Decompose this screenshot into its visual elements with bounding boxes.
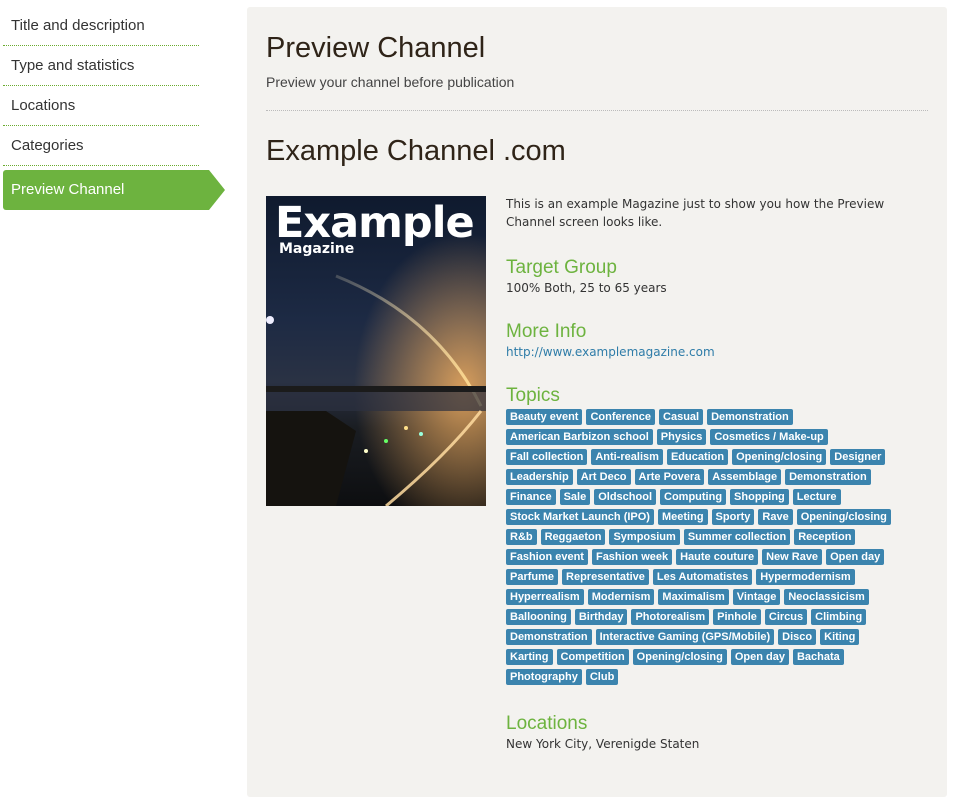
topic-tag[interactable]: Stock Market Launch (IPO) bbox=[506, 509, 654, 525]
topic-tag[interactable]: Computing bbox=[660, 489, 727, 505]
topic-tag[interactable]: Conference bbox=[586, 409, 656, 425]
locations-value: New York City, Verenigde Staten bbox=[506, 737, 700, 751]
sidebar-item-type-statistics[interactable]: Type and statistics bbox=[3, 46, 199, 86]
topic-tag[interactable]: Reception bbox=[794, 529, 856, 545]
topic-tag[interactable]: Neoclassicism bbox=[784, 589, 869, 605]
topic-tag[interactable]: Symposium bbox=[609, 529, 680, 545]
topic-tag[interactable]: Parfume bbox=[506, 569, 559, 585]
channel-name: Example Channel .com bbox=[266, 135, 566, 167]
topic-tag[interactable]: Sale bbox=[559, 489, 591, 505]
topic-tag[interactable]: Haute couture bbox=[676, 549, 759, 565]
sidebar-item-preview-channel[interactable]: Preview Channel bbox=[3, 170, 225, 210]
topic-tag[interactable]: Open day bbox=[826, 549, 885, 565]
topic-tag[interactable]: Karting bbox=[506, 649, 553, 665]
topic-tag[interactable]: Opening/closing bbox=[632, 649, 727, 665]
topic-tag[interactable]: American Barbizon school bbox=[506, 429, 653, 445]
topic-tag[interactable]: Meeting bbox=[657, 509, 708, 525]
topic-tag[interactable]: Lecture bbox=[792, 489, 841, 505]
topic-tag[interactable]: Circus bbox=[764, 609, 808, 625]
topic-tag[interactable]: Demonstration bbox=[506, 629, 592, 645]
sidebar-nav: Title and description Type and statistic… bbox=[3, 6, 225, 210]
channel-description: This is an example Magazine just to show… bbox=[506, 197, 885, 229]
topic-tag[interactable]: Arte Povera bbox=[634, 469, 705, 485]
topics-heading: Topics bbox=[506, 385, 560, 406]
cover-image: Example Magazine bbox=[266, 196, 486, 506]
topic-tag[interactable]: Climbing bbox=[811, 609, 867, 625]
more-info-heading: More Info bbox=[506, 321, 587, 342]
topic-tag[interactable]: Kiting bbox=[820, 629, 860, 645]
topic-tag[interactable]: Oldschool bbox=[594, 489, 656, 505]
topic-tag[interactable]: Fashion event bbox=[506, 549, 588, 565]
topic-tag[interactable]: Open day bbox=[730, 649, 789, 665]
topic-tag[interactable]: Summer collection bbox=[683, 529, 791, 545]
topic-tag[interactable]: Modernism bbox=[587, 589, 655, 605]
topic-tag[interactable]: Fall collection bbox=[506, 449, 588, 465]
topic-tag[interactable]: Anti-realism bbox=[591, 449, 663, 465]
topic-tag[interactable]: Cosmetics / Make-up bbox=[710, 429, 828, 445]
topic-tag[interactable]: Leadership bbox=[506, 469, 573, 485]
topic-tag[interactable]: Shopping bbox=[730, 489, 789, 505]
sidebar-item-categories[interactable]: Categories bbox=[3, 126, 199, 166]
topic-tag[interactable]: Representative bbox=[562, 569, 649, 585]
topic-tag[interactable]: Photorealism bbox=[631, 609, 710, 625]
topic-tag[interactable]: Maximalism bbox=[658, 589, 729, 605]
topic-tag[interactable]: Fashion week bbox=[591, 549, 673, 565]
topic-tag[interactable]: Art Deco bbox=[576, 469, 631, 485]
topic-tag[interactable]: Hypermodernism bbox=[756, 569, 855, 585]
topic-tag[interactable]: Pinhole bbox=[713, 609, 761, 625]
divider bbox=[266, 110, 928, 111]
topic-tag[interactable]: R&b bbox=[506, 529, 537, 545]
main-panel: Preview Channel Preview your channel bef… bbox=[247, 7, 947, 797]
topic-tag[interactable]: Rave bbox=[758, 509, 793, 525]
topic-tag[interactable]: Opening/closing bbox=[732, 449, 827, 465]
topic-tag[interactable]: Demonstration bbox=[785, 469, 871, 485]
topic-tag[interactable]: Photography bbox=[506, 669, 582, 685]
topic-tag[interactable]: Les Automatistes bbox=[652, 569, 753, 585]
topic-tag[interactable]: Ballooning bbox=[506, 609, 571, 625]
sidebar-item-title-description[interactable]: Title and description bbox=[3, 6, 199, 46]
topic-tag[interactable]: Education bbox=[666, 449, 729, 465]
topic-tag[interactable]: Beauty event bbox=[506, 409, 583, 425]
topic-tag[interactable]: Physics bbox=[656, 429, 707, 445]
topic-tag[interactable]: Hyperrealism bbox=[506, 589, 584, 605]
topic-tag[interactable]: Assemblage bbox=[708, 469, 782, 485]
sidebar-item-locations[interactable]: Locations bbox=[3, 86, 199, 126]
topic-tag[interactable]: New Rave bbox=[762, 549, 823, 565]
cover-subtitle: Magazine bbox=[279, 241, 355, 257]
topics-list: Beauty event Conference Casual Demonstratio… bbox=[506, 409, 896, 689]
topic-tag[interactable]: Club bbox=[585, 669, 619, 685]
topic-tag[interactable]: Designer bbox=[830, 449, 886, 465]
topic-tag[interactable]: Disco bbox=[778, 629, 817, 645]
topic-tag[interactable]: Demonstration bbox=[707, 409, 793, 425]
topic-tag[interactable]: Finance bbox=[506, 489, 556, 505]
target-group-heading: Target Group bbox=[506, 257, 617, 278]
topic-tag[interactable]: Competition bbox=[556, 649, 629, 665]
topic-tag[interactable]: Bachata bbox=[792, 649, 844, 665]
topic-tag[interactable]: Reggaeton bbox=[540, 529, 606, 545]
topic-tag[interactable]: Interactive Gaming (GPS/Mobile) bbox=[595, 629, 775, 645]
more-info-link[interactable]: http://www.examplemagazine.com bbox=[506, 345, 926, 359]
topic-tag[interactable]: Birthday bbox=[574, 609, 628, 625]
topic-tag[interactable]: Opening/closing bbox=[796, 509, 891, 525]
locations-heading: Locations bbox=[506, 713, 588, 734]
topic-tag[interactable]: Sporty bbox=[711, 509, 755, 525]
topic-tag[interactable]: Casual bbox=[659, 409, 704, 425]
page-subtitle: Preview your channel before publication bbox=[266, 74, 515, 90]
channel-info: This is an example Magazine just to show… bbox=[506, 195, 926, 751]
target-group-value: 100% Both, 25 to 65 years bbox=[506, 281, 667, 295]
page-title: Preview Channel bbox=[266, 32, 486, 64]
topic-tag[interactable]: Vintage bbox=[732, 589, 781, 605]
